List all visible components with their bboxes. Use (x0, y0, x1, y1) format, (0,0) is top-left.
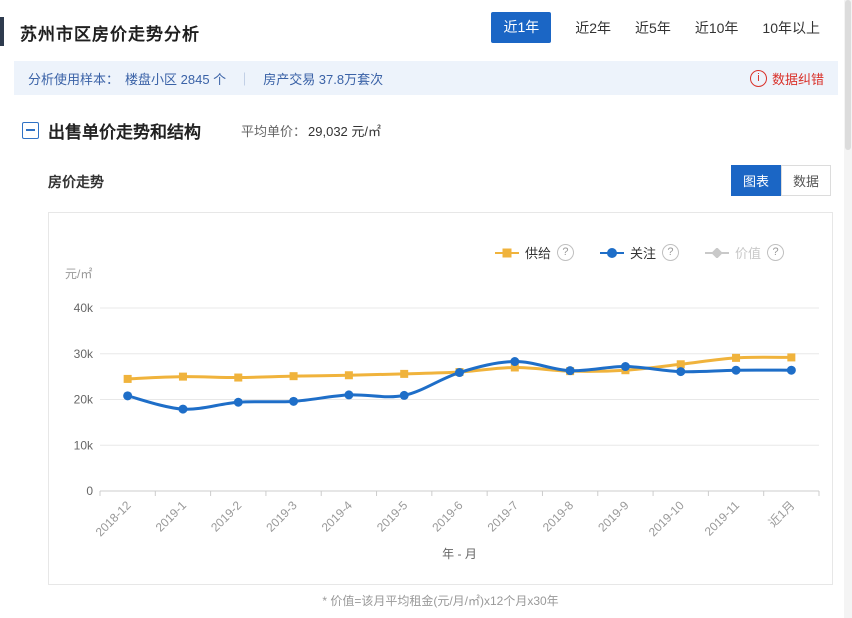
sample-info-text: 分析使用样本： 楼盘小区 2845 个 ｜ 房产交易 37.8万套次 (14, 69, 383, 88)
chart-title: 房价走势 (48, 172, 104, 192)
title-accent-bar (0, 17, 4, 46)
average-price-label: 平均单价： (241, 121, 306, 140)
data-error-label: 数据纠错 (772, 69, 824, 88)
attention-data-point[interactable] (178, 405, 187, 414)
chart-card: 40k 30k 20k 10k 02018-12 2019-1 2019-2 2019-3 20… (48, 212, 833, 585)
legend-label: 供给 (525, 243, 551, 262)
legend-item-value[interactable]: 价值 ? (705, 243, 784, 262)
legend-label: 价值 (735, 243, 761, 262)
divider: ｜ (238, 69, 251, 88)
price-trend-chart: 40k 30k 20k 10k 02018-12 2019-1 2019-2 2019-3 20… (49, 213, 832, 584)
x-tick-label: 2019-9 (595, 498, 632, 535)
chart-legend: 供给 ? 关注 ? 价值 ? (495, 243, 784, 262)
supply-data-point[interactable] (787, 353, 795, 361)
x-tick-label: 2019-5 (374, 498, 411, 535)
attention-data-point[interactable] (344, 390, 353, 399)
attention-data-point[interactable] (289, 397, 298, 406)
attention-data-point[interactable] (787, 366, 796, 375)
attention-circle-marker-icon (600, 248, 624, 258)
legend-label: 关注 (630, 243, 656, 262)
tab-5year[interactable]: 近5年 (635, 18, 671, 38)
x-tick-label: 2019-6 (429, 498, 466, 535)
y-axis-unit: 元/㎡ (65, 265, 92, 282)
attention-data-point[interactable] (621, 362, 630, 371)
legend-item-attention[interactable]: 关注 ? (600, 243, 679, 262)
attention-data-point[interactable] (732, 366, 741, 375)
average-price-value: 29,032 元/㎡ (308, 121, 381, 140)
legend-item-supply[interactable]: 供给 ? (495, 243, 574, 262)
info-circle-icon: i (750, 70, 767, 87)
y-tick-label: 20k (74, 393, 94, 407)
supply-data-point[interactable] (345, 371, 353, 379)
x-tick-label: 2019-1 (153, 498, 190, 535)
help-icon[interactable]: ? (557, 244, 574, 261)
help-icon[interactable]: ? (662, 244, 679, 261)
section-header: 出售单价走势和结构 平均单价： 29,032 元/㎡ (22, 118, 381, 143)
x-tick-label: 2019-7 (485, 498, 522, 535)
data-error-report-link[interactable]: i 数据纠错 (750, 69, 838, 88)
page-header: 苏州市区房价走势分析 近1年 近2年 近5年 近10年 10年以上 (0, 0, 852, 55)
supply-data-point[interactable] (677, 360, 685, 368)
y-tick-label: 40k (74, 301, 94, 315)
attention-data-point[interactable] (676, 367, 685, 376)
supply-square-marker-icon (495, 248, 519, 258)
minus-glyph (26, 129, 35, 131)
attention-data-point[interactable] (400, 391, 409, 400)
x-tick-label: 2019-3 (263, 498, 300, 535)
supply-data-point[interactable] (732, 354, 740, 362)
x-tick-label: 2019-10 (646, 498, 687, 539)
tab-over10year[interactable]: 10年以上 (762, 18, 820, 38)
y-tick-label: 0 (86, 484, 93, 498)
sample-info-bar: 分析使用样本： 楼盘小区 2845 个 ｜ 房产交易 37.8万套次 i 数据纠… (14, 61, 838, 95)
tab-10year[interactable]: 近10年 (695, 18, 739, 38)
x-tick-label: 2019-8 (540, 498, 577, 535)
y-tick-label: 10k (74, 438, 94, 452)
scrollbar[interactable] (844, 0, 852, 618)
sample-communities: 楼盘小区 2845 个 (125, 69, 226, 88)
attention-data-point[interactable] (566, 366, 575, 375)
section-title: 出售单价走势和结构 (48, 118, 201, 143)
attention-data-point[interactable] (510, 357, 519, 366)
time-range-tabs: 近1年 近2年 近5年 近10年 10年以上 (491, 12, 820, 43)
chart-view-button[interactable]: 图表 (731, 165, 781, 196)
value-diamond-marker-icon (705, 248, 729, 258)
supply-data-point[interactable] (124, 375, 132, 383)
tab-1year[interactable]: 近1年 (491, 12, 551, 43)
x-axis-title: 年 - 月 (442, 547, 477, 561)
attention-data-point[interactable] (123, 391, 132, 400)
sample-transactions: 房产交易 37.8万套次 (263, 69, 383, 88)
x-tick-label: 近1月 (766, 498, 798, 530)
supply-data-point[interactable] (400, 370, 408, 378)
x-tick-label: 2019-2 (208, 498, 245, 535)
y-tick-label: 30k (74, 347, 94, 361)
collapse-icon[interactable] (22, 122, 39, 139)
data-view-button[interactable]: 数据 (781, 165, 831, 196)
page-title: 苏州市区房价走势分析 (20, 20, 200, 45)
supply-data-point[interactable] (234, 374, 242, 382)
attention-data-point[interactable] (455, 368, 464, 377)
help-icon[interactable]: ? (767, 244, 784, 261)
x-tick-label: 2018-12 (93, 498, 134, 539)
chart-footnote: * 价值=该月平均租金(元/月/㎡)x12个月x30年 (48, 592, 833, 609)
view-toggle: 图表 数据 (731, 165, 831, 196)
x-tick-label: 2019-4 (319, 498, 356, 535)
sample-label: 分析使用样本： (28, 69, 119, 88)
supply-data-point[interactable] (290, 372, 298, 380)
supply-data-point[interactable] (179, 373, 187, 381)
x-tick-label: 2019-11 (702, 498, 743, 539)
tab-2year[interactable]: 近2年 (575, 18, 611, 38)
attention-data-point[interactable] (234, 398, 243, 407)
scrollbar-thumb[interactable] (845, 0, 851, 150)
